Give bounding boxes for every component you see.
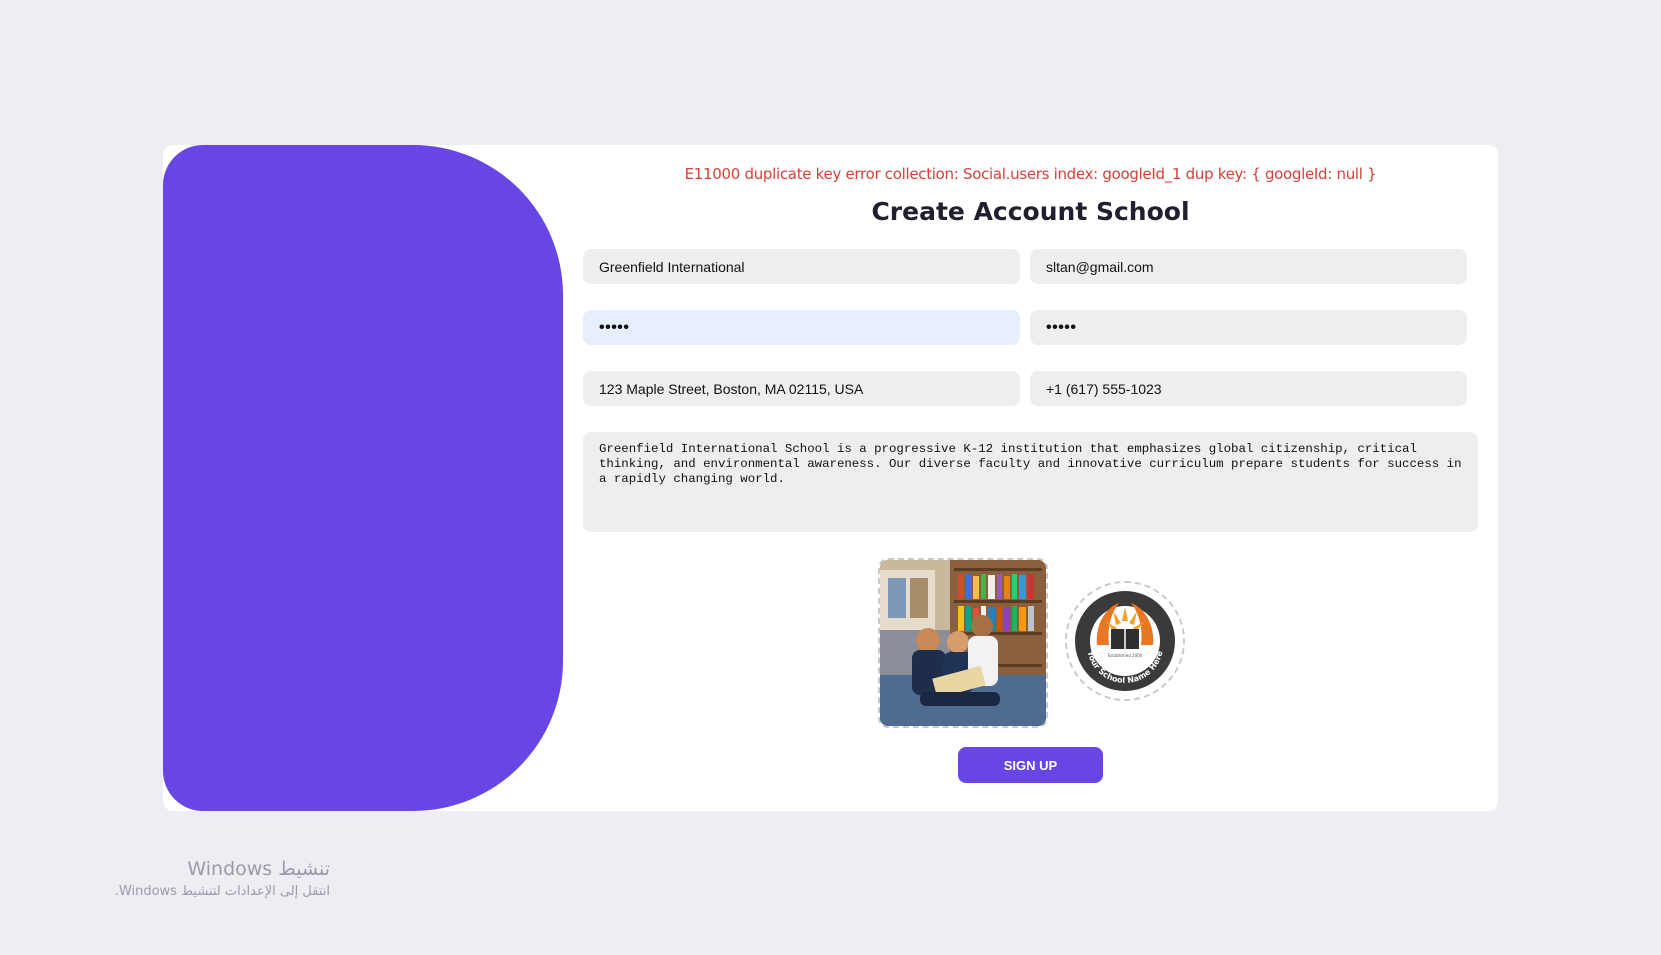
school-logo-upload[interactable]: Your School Name Here Established 2000 [1065,581,1185,701]
watermark-title: تنشيط Windows [187,858,330,880]
school-name-input[interactable]: Greenfield International [583,249,1020,284]
confirm-password-input[interactable]: ••••• [1030,310,1467,345]
phone-input[interactable]: +1 (617) 555-1023 [1030,371,1467,406]
svg-text:Established 2000: Established 2000 [1108,653,1143,658]
signup-form: E11000 duplicate key error collection: S… [583,145,1478,811]
address-input[interactable]: 123 Maple Street, Boston, MA 02115, USA [583,371,1020,406]
sign-up-button[interactable]: SIGN UP [958,747,1103,783]
school-photo-image [880,560,1046,726]
decorative-side-panel [163,145,563,811]
watermark-subtitle: انتقل إلى الإعدادات لتنشيط Windows. [114,884,330,899]
description-textarea[interactable]: Greenfield International School is a pro… [583,432,1478,532]
school-logo-image: Your School Name Here Established 2000 [1067,583,1183,699]
password-input[interactable]: ••••• [583,310,1020,345]
windows-activation-watermark: تنشيط Windows انتقل إلى الإعدادات لتنشيط… [80,858,330,899]
page-title: Create Account School [871,197,1190,226]
school-photo-upload[interactable] [878,558,1048,728]
error-message: E11000 duplicate key error collection: S… [684,165,1377,183]
email-input[interactable]: sltan@gmail.com [1030,249,1467,284]
signup-card: E11000 duplicate key error collection: S… [163,145,1498,811]
